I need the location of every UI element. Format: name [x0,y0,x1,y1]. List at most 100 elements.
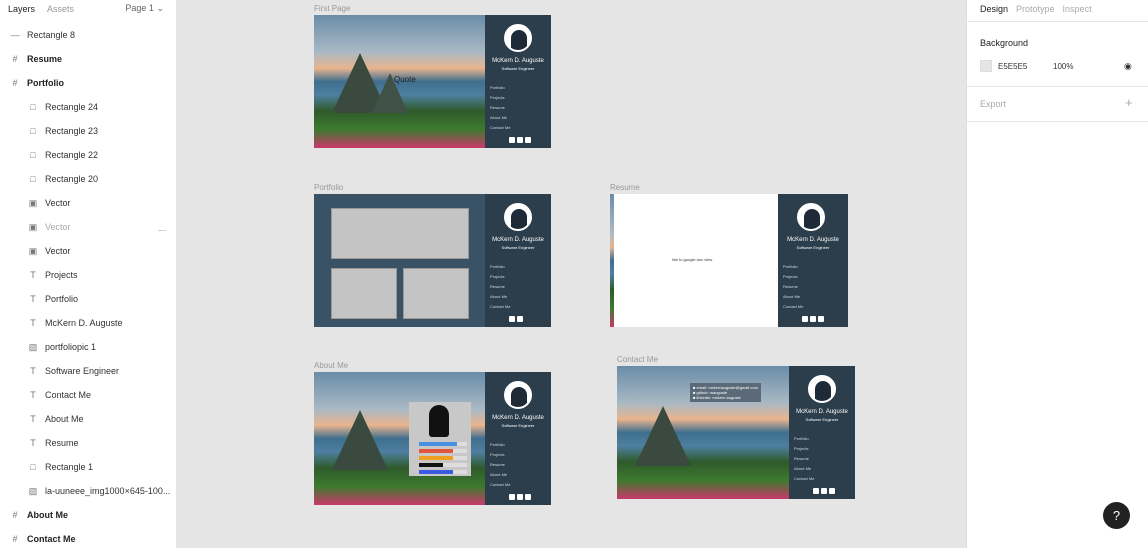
profile-nav-item: Resume [490,284,505,289]
profile-role: Software Engineer [796,245,830,250]
layer-row[interactable]: T About Me [0,408,176,430]
layer-row[interactable]: — Rectangle 8 [0,24,176,46]
frame-icon: # [12,510,18,520]
linkedin-icon [509,494,515,500]
tab-prototype[interactable]: Prototype [1016,4,1055,14]
profile-nav-item: Resume [794,456,809,461]
profile-name: McKern D. Auguste [492,237,544,243]
skill-bar-fill [419,449,453,453]
layer-label: Software Engineer [45,366,120,376]
layer-row[interactable]: T Contact Me [0,384,176,406]
hidden-eye-icon[interactable]: ﹏ [158,222,166,233]
profile-sidebar: McKern D. Auguste Software Engineer Port… [789,366,855,499]
profile-nav-item: Contact Me [794,476,815,481]
layer-row[interactable]: T Software Engineer [0,360,176,382]
layer-row[interactable]: □ Rectangle 20 [0,168,176,190]
layer-row[interactable]: □ Rectangle 22 [0,144,176,166]
layer-row[interactable]: □ Rectangle 24 [0,96,176,118]
right-tabs: Design Prototype Inspect [967,0,1148,17]
frame-first-page[interactable]: Quote McKern D. Auguste Software Enginee… [314,15,551,148]
profile-nav-item: Resume [783,284,798,289]
layer-row[interactable]: ▣ Vector [0,240,176,262]
background-color-swatch[interactable] [980,60,992,72]
layer-row[interactable]: □ Rectangle 23 [0,120,176,142]
layer-row[interactable]: T Projects [0,264,176,286]
linkedin-icon [509,316,515,322]
background-hex-value[interactable]: E5E5E5 [998,62,1027,71]
tab-design[interactable]: Design [980,4,1008,14]
frame-label-first-page[interactable]: First Page [314,4,350,13]
frame-label-contact-me[interactable]: Contact Me [617,355,658,364]
layer-row[interactable]: ▨ la-uuneee_img1000×645-100... [0,480,176,502]
social-icons [509,494,531,500]
image-icon: ▨ [28,485,38,496]
frame-resume[interactable]: link to google doc view McKern D. August… [610,194,848,327]
profile-nav-item: Contact Me [490,304,511,309]
profile-role: Software Engineer [805,417,839,422]
layer-label: Contact Me [27,534,76,544]
line-icon: — [10,30,20,40]
layer-label: Projects [45,270,78,280]
tab-inspect[interactable]: Inspect [1063,4,1092,14]
layer-row[interactable]: ▨ portfoliopic 1 [0,336,176,358]
profile-role: Software Engineer [501,423,535,428]
plus-icon[interactable]: + [1125,95,1133,110]
skill-bar-fill [419,442,458,446]
rectangle-placeholder [403,268,469,319]
layer-row[interactable]: # About Me [0,504,176,526]
profile-nav: Portfolio Projects Resume About Me Contact M… [490,83,510,133]
frame-label-resume[interactable]: Resume [610,183,640,192]
layer-row[interactable]: # Resume [0,48,176,70]
layer-row[interactable]: T McKern D. Auguste [0,312,176,334]
frame-portfolio[interactable]: McKern D. Auguste Software Engineer Port… [314,194,551,327]
mail-icon [821,488,827,494]
help-button[interactable]: ? [1103,502,1130,529]
frame-about-me[interactable]: McKern D. Auguste Software Engineer Port… [314,372,551,505]
layer-row[interactable]: □ Rectangle 1 [0,456,176,478]
layer-label: Rectangle 8 [27,30,76,40]
layer-row[interactable]: ▣ Vector ﹏ [0,216,176,238]
mountain-shape [332,410,388,470]
vector-icon: ▣ [28,221,38,232]
skill-bar-fill [419,456,453,460]
profile-nav-item: Projects [490,95,505,100]
layer-row[interactable]: ▣ Vector [0,192,176,214]
tab-layers[interactable]: Layers [8,4,35,14]
tab-assets[interactable]: Assets [47,4,74,14]
github-icon [829,488,835,494]
skill-bar [419,470,467,474]
profile-nav-item: Resume [490,105,505,110]
profile-sidebar: McKern D. Auguste Software Engineer Port… [485,194,551,327]
text-icon: T [30,366,36,376]
profile-name: McKern D. Auguste [787,237,839,243]
linkedin-icon [509,137,515,143]
github-icon [525,137,531,143]
layer-row[interactable]: # Portfolio [0,72,176,94]
layer-label: portfoliopic 1 [45,342,97,352]
profile-sidebar: McKern D. Auguste Software Engineer Port… [485,15,551,148]
layer-row[interactable]: # Contact Me [0,528,176,548]
layer-row[interactable]: T Portfolio [0,288,176,310]
frame-icon: # [12,54,18,64]
skill-bar [419,442,467,446]
background-opacity-value[interactable]: 100% [1053,62,1073,71]
resume-link-note: link to google doc view [672,257,713,262]
profile-nav-item: About Me [490,294,508,299]
profile-name: McKern D. Auguste [492,58,544,64]
page-selector[interactable]: Page 1 ⌄ [125,3,164,14]
linkedin-icon [813,488,819,494]
frame-label-about-me[interactable]: About Me [314,361,348,370]
layer-row[interactable]: T Resume [0,432,176,454]
canvas[interactable]: First Page Quote McKern D. Auguste Softw… [178,0,966,548]
text-icon: T [30,294,36,304]
layer-label: Rectangle 1 [45,462,94,472]
layer-label: la-uuneee_img1000×645-100... [45,486,171,496]
avatar [504,203,532,231]
quote-text: Quote [394,75,416,84]
eye-icon[interactable]: ◉ [1124,61,1132,72]
divider [967,121,1148,122]
about-card [409,402,471,476]
frame-label-portfolio[interactable]: Portfolio [314,183,343,192]
profile-name: McKern D. Auguste [492,415,544,421]
frame-contact-me[interactable]: email: mckernauguste@gmail.com github: m… [617,366,855,499]
